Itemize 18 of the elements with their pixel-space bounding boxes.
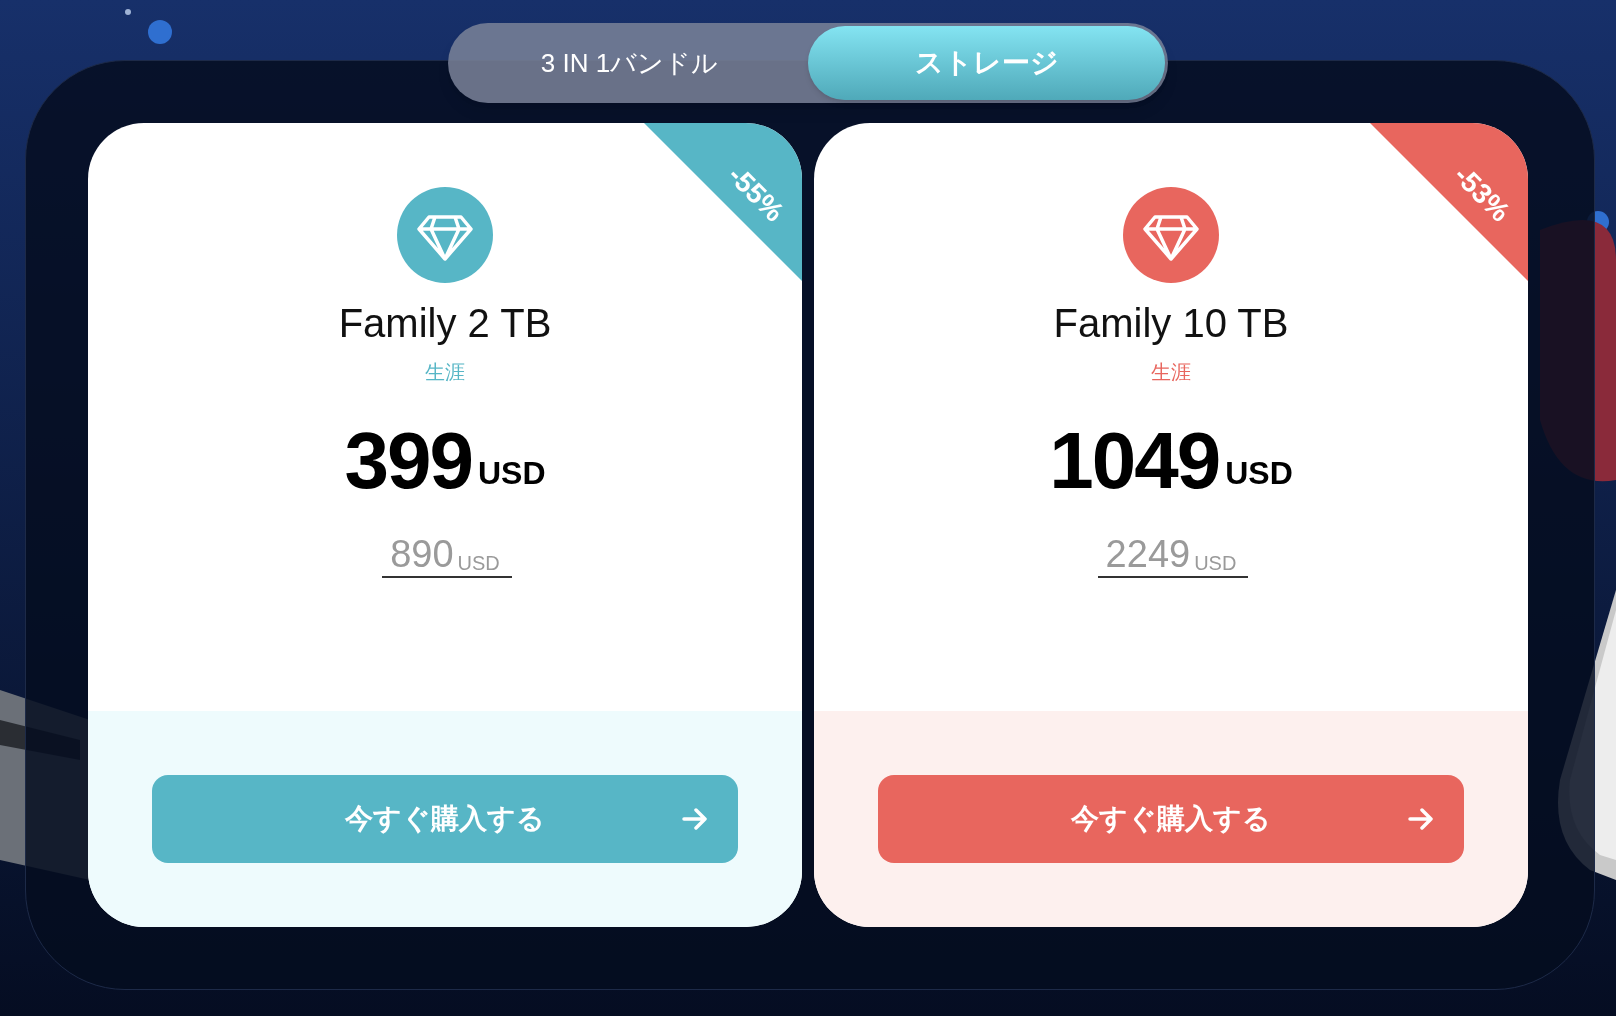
currency: USD	[477, 454, 546, 493]
arrow-icon	[1408, 808, 1434, 830]
currency: USD	[1225, 454, 1293, 493]
buy-button[interactable]: 今すぐ購入する	[878, 775, 1464, 863]
buy-button[interactable]: 今すぐ購入する	[152, 775, 738, 863]
plan-name: Family 10 TB	[1053, 300, 1289, 347]
plan-term: 生涯	[1151, 360, 1191, 385]
old-currency: USD	[1194, 553, 1237, 573]
tab[interactable]: 3 IN 1バンドル	[451, 26, 808, 100]
price: 399	[344, 421, 472, 501]
price: 1049	[1049, 421, 1220, 501]
plan-name: Family 2 TB	[338, 300, 552, 347]
plan-term: 生涯	[425, 360, 465, 385]
old-price: 890	[390, 535, 454, 573]
arrow-icon	[682, 808, 708, 830]
old-price: 2249	[1105, 535, 1191, 573]
tab[interactable]: ストレージ	[808, 26, 1165, 100]
old-currency: USD	[457, 553, 500, 573]
